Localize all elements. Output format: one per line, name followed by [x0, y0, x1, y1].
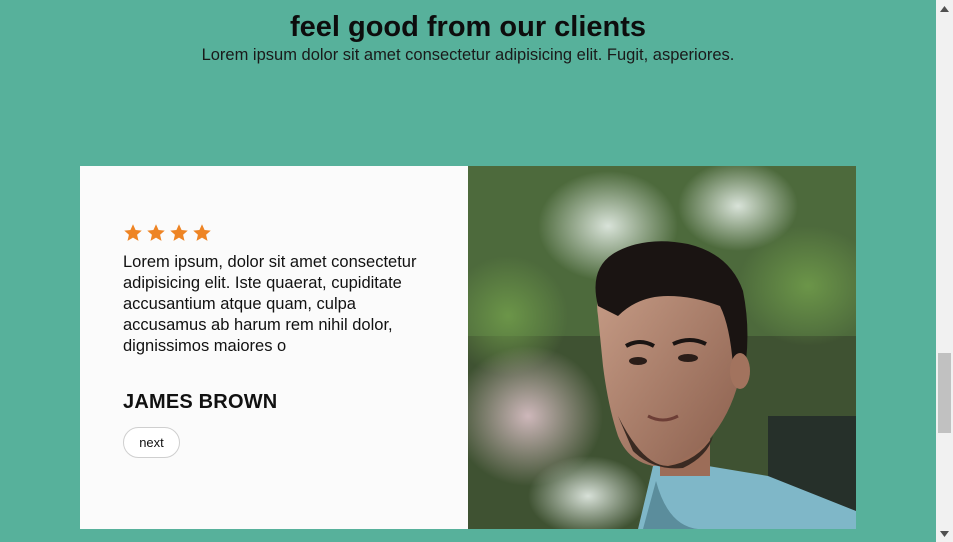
scroll-down-arrow-icon[interactable] — [936, 525, 953, 542]
next-button[interactable]: next — [123, 427, 180, 458]
scroll-up-arrow-icon[interactable] — [936, 0, 953, 17]
section-title: feel good from our clients — [289, 11, 647, 43]
star-icon — [147, 224, 165, 241]
testimonial-card: Lorem ipsum, dolor sit amet consectetur … — [80, 166, 856, 529]
client-portrait-image — [468, 166, 856, 529]
vertical-scrollbar[interactable] — [936, 0, 953, 542]
star-icon — [170, 224, 188, 241]
testimonials-page: feel good from our clients Lorem ipsum d… — [0, 0, 936, 542]
client-photo — [468, 166, 856, 529]
scrollbar-thumb[interactable] — [938, 353, 951, 433]
star-rating — [123, 223, 212, 243]
client-name: JAMES BROWN — [123, 391, 278, 413]
star-icon — [124, 224, 142, 241]
testimonial-quote: Lorem ipsum, dolor sit amet consectetur … — [123, 253, 417, 355]
section-subtitle: Lorem ipsum dolor sit amet consectetur a… — [201, 46, 735, 64]
star-icon — [193, 224, 211, 241]
testimonial-text-panel: Lorem ipsum, dolor sit amet consectetur … — [80, 166, 468, 529]
